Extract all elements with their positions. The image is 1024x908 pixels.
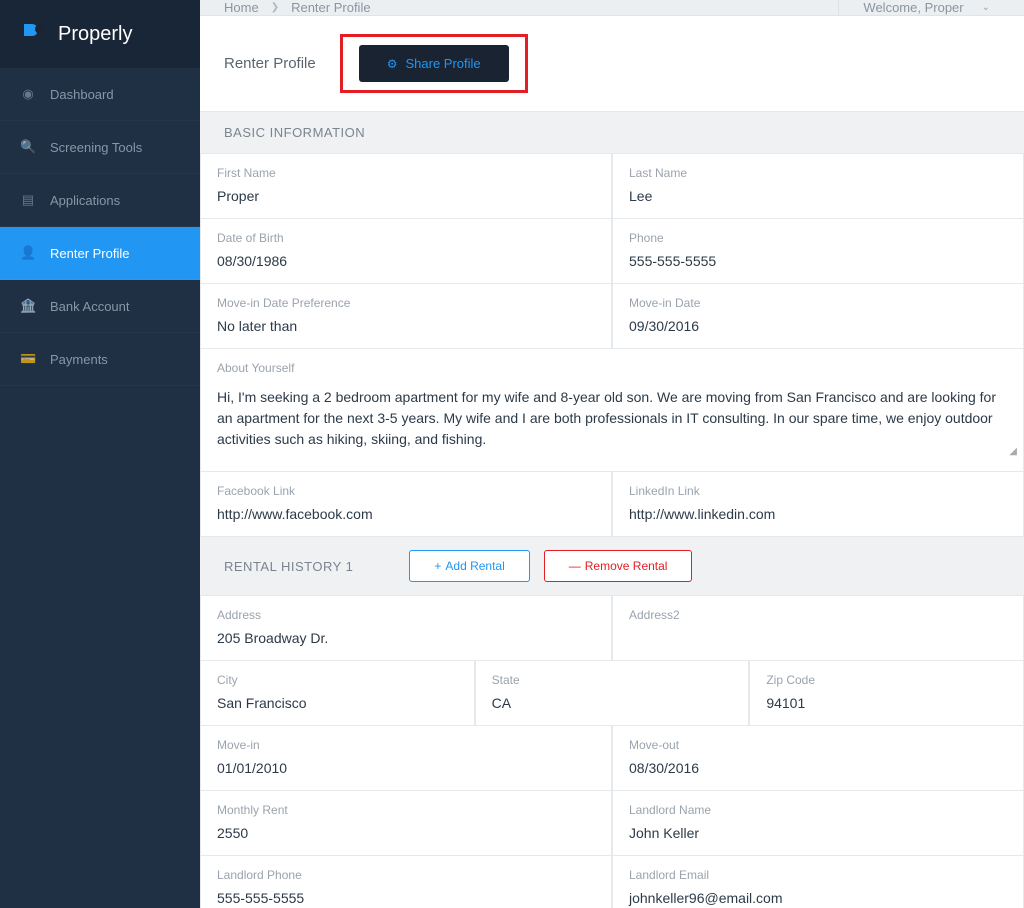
landlord-name-field[interactable]: Landlord Name John Keller (612, 791, 1024, 856)
landlord-email-field[interactable]: Landlord Email johnkeller96@email.com (612, 856, 1024, 908)
movein-date-field[interactable]: Move-in Date 09/30/2016 (612, 284, 1024, 349)
minus-icon: — (569, 559, 581, 573)
sidebar-item-applications[interactable]: ▤ Applications (0, 174, 200, 227)
highlight-annotation: ⚙ Share Profile (340, 34, 528, 93)
logo[interactable]: Properly (0, 0, 200, 68)
brand-text: Properly (58, 23, 132, 46)
linkedin-field[interactable]: LinkedIn Link http://www.linkedin.com (612, 472, 1024, 537)
breadcrumb-home[interactable]: Home (224, 0, 259, 15)
search-icon: 🔍 (20, 139, 36, 155)
user-icon: 👤 (20, 245, 36, 261)
sidebar-item-renter-profile[interactable]: 👤 Renter Profile (0, 227, 200, 280)
sidebar-item-label: Screening Tools (50, 140, 142, 155)
landlord-phone-field[interactable]: Landlord Phone 555-555-5555 (200, 856, 612, 908)
sidebar-item-label: Bank Account (50, 299, 130, 314)
sidebar: Properly ◉ Dashboard 🔍 Screening Tools ▤… (0, 0, 200, 908)
address2-field[interactable]: Address2 (612, 596, 1024, 661)
facebook-field[interactable]: Facebook Link http://www.facebook.com (200, 472, 612, 537)
bank-icon: 🏦 (20, 298, 36, 314)
sidebar-item-label: Applications (50, 193, 120, 208)
document-icon: ▤ (20, 192, 36, 208)
dob-field[interactable]: Date of Birth 08/30/1986 (200, 219, 612, 284)
page-title: Renter Profile (224, 55, 316, 72)
user-menu[interactable]: Welcome, Proper ⌄ (838, 0, 1000, 15)
topbar: Home ❯ Renter Profile Welcome, Proper ⌄ (200, 0, 1024, 16)
state-field[interactable]: State CA (475, 661, 750, 726)
share-icon: ⚙ (387, 57, 398, 71)
phone-field[interactable]: Phone 555-555-5555 (612, 219, 1024, 284)
plus-icon: + (434, 559, 441, 573)
moveout-field[interactable]: Move-out 08/30/2016 (612, 726, 1024, 791)
share-profile-button[interactable]: ⚙ Share Profile (359, 45, 509, 82)
chevron-down-icon: ⌄ (982, 2, 990, 13)
dashboard-icon: ◉ (20, 86, 36, 102)
section-rental-history: RENTAL HISTORY 1 + Add Rental — Remove R… (200, 537, 1024, 596)
last-name-field[interactable]: Last Name Lee (612, 154, 1024, 219)
sidebar-item-label: Renter Profile (50, 246, 129, 261)
first-name-field[interactable]: First Name Proper (200, 154, 612, 219)
movein-field[interactable]: Move-in 01/01/2010 (200, 726, 612, 791)
zip-field[interactable]: Zip Code 94101 (749, 661, 1024, 726)
city-field[interactable]: City San Francisco (200, 661, 475, 726)
breadcrumb: Home ❯ Renter Profile (224, 0, 371, 15)
sidebar-item-payments[interactable]: 💳 Payments (0, 333, 200, 386)
card-icon: 💳 (20, 351, 36, 367)
breadcrumb-current: Renter Profile (291, 0, 370, 15)
sidebar-item-screening[interactable]: 🔍 Screening Tools (0, 121, 200, 174)
section-basic-info: BASIC INFORMATION (200, 112, 1024, 154)
logo-icon (20, 20, 48, 48)
remove-rental-button[interactable]: — Remove Rental (544, 550, 693, 582)
nav-list: ◉ Dashboard 🔍 Screening Tools ▤ Applicat… (0, 68, 200, 386)
movein-pref-field[interactable]: Move-in Date Preference No later than (200, 284, 612, 349)
address-field[interactable]: Address 205 Broadway Dr. (200, 596, 612, 661)
main-content: Home ❯ Renter Profile Welcome, Proper ⌄ … (200, 0, 1024, 908)
sidebar-item-label: Payments (50, 352, 108, 367)
welcome-text: Welcome, Proper (863, 0, 963, 15)
sidebar-item-bank[interactable]: 🏦 Bank Account (0, 280, 200, 333)
sidebar-item-dashboard[interactable]: ◉ Dashboard (0, 68, 200, 121)
chevron-right-icon: ❯ (271, 2, 279, 13)
add-rental-button[interactable]: + Add Rental (409, 550, 529, 582)
rent-field[interactable]: Monthly Rent 2550 (200, 791, 612, 856)
sidebar-item-label: Dashboard (50, 87, 114, 102)
subheader: Renter Profile ⚙ Share Profile (200, 16, 1024, 112)
about-field[interactable]: About Yourself Hi, I'm seeking a 2 bedro… (200, 349, 1024, 472)
